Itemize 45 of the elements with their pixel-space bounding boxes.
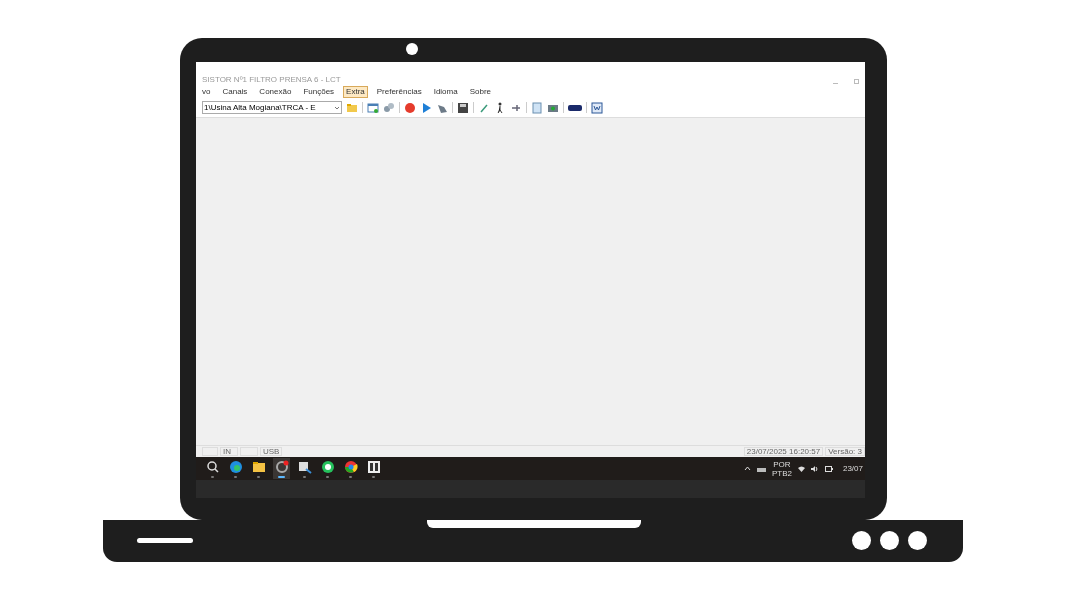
- clock-date[interactable]: 23/07: [838, 462, 865, 475]
- taskbar-app[interactable]: [319, 458, 336, 479]
- menu-item[interactable]: vo: [199, 87, 214, 97]
- round-browser-icon: [343, 459, 358, 474]
- status-field: IN: [220, 447, 238, 456]
- version-field: Versão: 3: [825, 447, 865, 456]
- gauge-icon: [274, 459, 289, 474]
- menu-item[interactable]: Sobre: [466, 87, 495, 97]
- speaker-icon[interactable]: [810, 465, 819, 472]
- tool-icon: [366, 459, 381, 474]
- caret-icon[interactable]: [334, 104, 340, 111]
- running-indicator: [349, 475, 352, 478]
- status-field: USB: [260, 447, 283, 456]
- taskbar-app[interactable]: [365, 458, 382, 479]
- taskbar-app[interactable]: [342, 458, 359, 479]
- play-icon[interactable]: [420, 101, 432, 114]
- language-indicator[interactable]: POR PTB2: [771, 459, 792, 478]
- wifi-icon[interactable]: [797, 465, 805, 472]
- word-document-icon[interactable]: [591, 101, 603, 114]
- running-indicator: [326, 475, 329, 478]
- battery-icon[interactable]: [824, 465, 833, 472]
- menu-item[interactable]: Conexão: [256, 87, 295, 97]
- datetime-field: 23/07/2025 16:20:57: [743, 447, 824, 456]
- running-indicator: [211, 475, 214, 478]
- window-title: SISTOR Nº1 FILTRO PRENSA 6 - LCT: [202, 76, 341, 84]
- menu-item[interactable]: Funções: [300, 87, 338, 97]
- running-indicator: [257, 475, 260, 478]
- running-indicator: [234, 475, 237, 478]
- running-indicator: [372, 475, 375, 478]
- menu-item[interactable]: Extra: [343, 86, 368, 98]
- chat-bubble-icon: [320, 459, 335, 474]
- menu-item[interactable]: Preferências: [373, 87, 425, 97]
- stop-icon[interactable]: [404, 101, 416, 114]
- path-dropdown[interactable]: 1\Usina Alta Mogiana\TRCA - E: [202, 101, 342, 114]
- taskbar-app[interactable]: [227, 458, 244, 479]
- menu-item[interactable]: Canais: [219, 87, 251, 97]
- chevron-up-icon[interactable]: [743, 466, 751, 471]
- menu-item[interactable]: Idioma: [430, 87, 461, 97]
- running-indicator: [303, 475, 306, 478]
- taskbar-app[interactable]: [204, 458, 221, 479]
- search-icon: [205, 459, 220, 474]
- folder-icon: [251, 459, 266, 474]
- running-indicator: [278, 475, 285, 478]
- window-icon[interactable]: [367, 101, 379, 114]
- browser-icon: [228, 459, 243, 474]
